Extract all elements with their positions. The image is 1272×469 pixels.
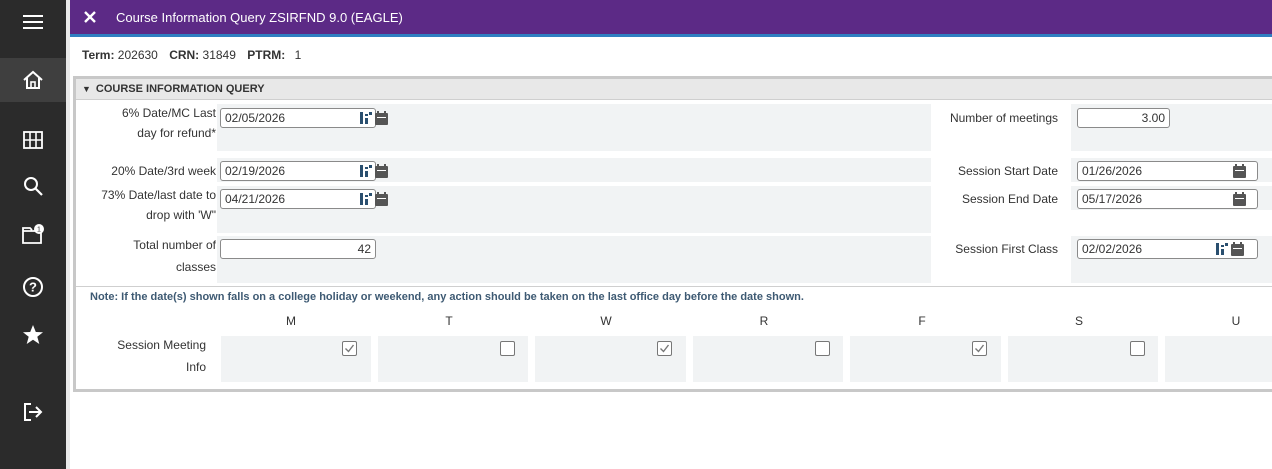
day-header-r: R (759, 314, 769, 328)
sign-out-icon (24, 403, 43, 421)
day-header-s: S (1074, 314, 1083, 328)
session-meeting-label: Session Meeting Info (117, 338, 206, 374)
day-header-m: M (286, 314, 296, 328)
calendar-icon[interactable] (375, 192, 388, 206)
page-title: Course Information Query ZSIRFND 9.0 (EA… (116, 9, 403, 25)
nav-divider (66, 0, 70, 469)
accent-line (70, 34, 1272, 37)
start-date-icons (1233, 161, 1246, 181)
checkbox-wednesday[interactable] (657, 341, 672, 356)
checkbox-tuesday[interactable] (500, 341, 515, 356)
third-week-icons (360, 161, 388, 181)
folder-icon: 1 (22, 224, 44, 244)
star-icon (23, 325, 43, 344)
end-date-icons (1233, 189, 1246, 209)
holiday-note: Note: If the date(s) shown falls on a co… (90, 291, 804, 303)
home-button[interactable] (0, 58, 66, 102)
checkmark-icon (660, 344, 670, 353)
calendar-icon[interactable] (375, 111, 388, 125)
search-button[interactable] (0, 164, 66, 208)
refund-date-field[interactable]: 02/05/2026 (220, 108, 376, 128)
meetings-field[interactable]: 3.00 (1077, 108, 1170, 128)
favorites-button[interactable] (0, 313, 66, 357)
svg-text:?: ? (29, 280, 37, 295)
day-header-u: U (1231, 314, 1241, 328)
third-week-label: 20% Date/3rd week (111, 164, 216, 178)
svg-text:1: 1 (37, 227, 41, 234)
crn-label: CRN: (169, 48, 200, 62)
date-picker-icon[interactable] (360, 192, 372, 206)
drop-date-label: 73% Date/last date to drop with 'W" (101, 188, 216, 222)
drop-date-field[interactable]: 04/21/2026 (220, 189, 376, 209)
term-label: Term: (82, 48, 115, 62)
left-navigation: 1 ? (0, 0, 66, 469)
key-block: Term: 202630 CRN: 31849 PTRM: 1 (82, 48, 309, 62)
checkbox-friday[interactable] (972, 341, 987, 356)
checkmark-icon (345, 344, 355, 353)
date-picker-icon[interactable] (360, 164, 372, 178)
checkbox-thursday[interactable] (815, 341, 830, 356)
collapse-triangle-icon: ▼ (82, 84, 91, 94)
calendar-icon[interactable] (1231, 242, 1244, 256)
ptrm-value: 1 (294, 48, 302, 62)
menu-button[interactable] (0, 0, 66, 44)
home-icon (23, 70, 43, 89)
crn-value: 31849 (202, 48, 236, 62)
checkbox-monday[interactable] (342, 341, 357, 356)
course-information-section: ▼ COURSE INFORMATION QUERY 6% Date/MC La… (73, 76, 1272, 392)
start-date-field[interactable]: 01/26/2026 (1077, 161, 1258, 181)
total-classes-field[interactable]: 42 (220, 239, 376, 259)
hamburger-icon (23, 15, 43, 29)
meetings-label: Number of meetings (949, 111, 1058, 125)
close-icon (84, 11, 96, 23)
third-week-field[interactable]: 02/19/2026 (220, 161, 376, 181)
date-picker-icon[interactable] (360, 111, 372, 125)
search-icon (24, 177, 43, 196)
calendar-icon[interactable] (1233, 192, 1246, 206)
date-picker-icon[interactable] (1216, 242, 1228, 256)
end-date-label: Session End Date (961, 192, 1058, 206)
help-icon: ? (23, 277, 43, 297)
first-class-icons (1216, 239, 1244, 259)
grid-icon (23, 131, 43, 149)
day-cell-u (1165, 336, 1272, 382)
sign-out-button[interactable] (0, 390, 66, 434)
refund-date-label: 6% Date/MC Last day for refund* (121, 106, 216, 140)
recent-items-button[interactable]: 1 (0, 212, 66, 256)
term-value: 202630 (117, 48, 158, 62)
applications-button[interactable] (0, 118, 66, 162)
day-header-f: F (918, 314, 926, 328)
ptrm-label: PTRM: (247, 48, 286, 62)
checkmark-icon (975, 344, 985, 353)
start-date-label: Session Start Date (957, 164, 1058, 178)
end-date-field[interactable]: 05/17/2026 (1077, 189, 1258, 209)
day-header-t: T (445, 314, 453, 328)
section-title: COURSE INFORMATION QUERY (95, 83, 265, 95)
day-header-w: W (600, 314, 612, 328)
checkbox-saturday[interactable] (1130, 341, 1145, 356)
section-header[interactable]: ▼ COURSE INFORMATION QUERY (76, 79, 1272, 100)
title-bar: Course Information Query ZSIRFND 9.0 (EA… (70, 0, 1272, 34)
calendar-icon[interactable] (375, 164, 388, 178)
close-button[interactable] (70, 0, 110, 34)
divider (76, 286, 1272, 287)
drop-date-icons (360, 189, 388, 209)
total-classes-label: Total number of classes (133, 238, 216, 274)
calendar-icon[interactable] (1233, 164, 1246, 178)
refund-date-icons (360, 108, 388, 128)
first-class-label: Session First Class (955, 242, 1058, 256)
help-button[interactable]: ? (0, 265, 66, 309)
